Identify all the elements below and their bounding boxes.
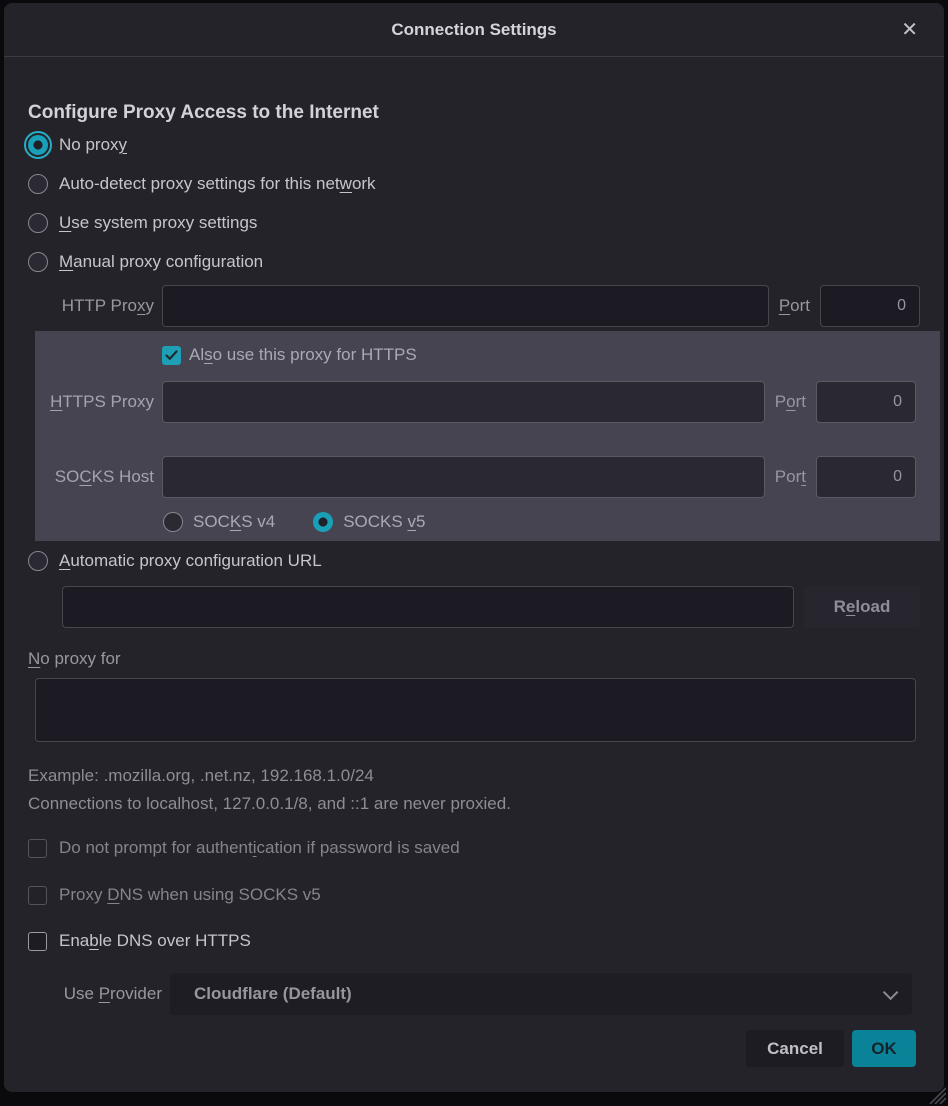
radio-system-proxy-label: Use system proxy settings <box>59 213 257 233</box>
checkbox-icon <box>28 886 47 905</box>
cancel-button[interactable]: Cancel <box>746 1030 844 1067</box>
http-port-input[interactable] <box>820 285 920 327</box>
dialog-titlebar: Connection Settings ✕ <box>4 3 944 57</box>
resize-grip[interactable] <box>924 1082 946 1104</box>
radio-manual-proxy[interactable]: Manual proxy configuration <box>28 242 920 281</box>
http-proxy-row: HTTP Proxy Port <box>28 285 920 327</box>
checkbox-icon[interactable] <box>28 932 47 951</box>
close-icon[interactable]: ✕ <box>895 16 924 44</box>
no-proxy-example-text: Example: .mozilla.org, .net.nz, 192.168.… <box>28 766 920 786</box>
page-title: Configure Proxy Access to the Internet <box>28 101 920 125</box>
radio-socks-v5[interactable] <box>313 512 333 532</box>
socks-host-row: SOCKS Host Port <box>35 456 916 498</box>
chevron-down-icon <box>883 984 899 1000</box>
radio-automatic-url[interactable]: Automatic proxy configuration URL <box>28 541 920 580</box>
http-port-label: Port <box>779 296 810 316</box>
https-proxy-label: HTTPS Proxy <box>35 392 162 412</box>
dialog-title: Connection Settings <box>391 20 556 40</box>
option-enable-doh-label: Enable DNS over HTTPS <box>59 931 251 951</box>
no-proxy-for-textarea[interactable] <box>35 678 916 742</box>
dialog-content: Configure Proxy Access to the Internet N… <box>4 101 944 1067</box>
check-icon <box>165 350 178 361</box>
socks-port-label: Port <box>775 467 806 487</box>
socks-port-input[interactable] <box>816 456 916 498</box>
socks-host-label: SOCKS Host <box>35 467 162 487</box>
https-proxy-row: HTTPS Proxy Port <box>35 381 916 423</box>
checkbox-checked-icon[interactable] <box>162 346 181 365</box>
use-provider-label: Use Provider <box>28 984 170 1004</box>
also-use-https-label: Also use this proxy for HTTPS <box>189 345 417 365</box>
checkbox-icon <box>28 839 47 858</box>
no-proxy-note-text: Connections to localhost, 127.0.0.1/8, a… <box>28 794 920 814</box>
https-proxy-input[interactable] <box>162 381 765 423</box>
also-use-https-row[interactable]: Also use this proxy for HTTPS <box>162 341 916 369</box>
radio-auto-detect-label: Auto-detect proxy settings for this netw… <box>59 174 376 194</box>
radio-manual-proxy-label: Manual proxy configuration <box>59 252 263 272</box>
radio-system-proxy[interactable]: Use system proxy settings <box>28 203 920 242</box>
radio-automatic-url-label: Automatic proxy configuration URL <box>59 551 322 571</box>
radio-icon[interactable] <box>28 174 48 194</box>
option-enable-doh[interactable]: Enable DNS over HTTPS <box>28 927 920 955</box>
option-no-prompt-auth: Do not prompt for authentication if pass… <box>28 834 920 862</box>
http-proxy-label: HTTP Proxy <box>28 296 162 316</box>
option-proxy-dns-socks5-label: Proxy DNS when using SOCKS v5 <box>59 885 321 905</box>
socks-v5-label: SOCKS v5 <box>343 512 425 532</box>
radio-auto-detect[interactable]: Auto-detect proxy settings for this netw… <box>28 164 920 203</box>
provider-dropdown-value: Cloudflare (Default) <box>194 984 883 1004</box>
provider-dropdown[interactable]: Cloudflare (Default) <box>170 973 912 1015</box>
ok-button[interactable]: OK <box>852 1030 916 1067</box>
automatic-url-input[interactable] <box>62 586 794 628</box>
radio-icon[interactable] <box>28 551 48 571</box>
socks-host-input[interactable] <box>162 456 765 498</box>
reload-button[interactable]: Reload <box>804 586 920 628</box>
radio-selected-icon[interactable] <box>28 135 48 155</box>
reload-button-label: Reload <box>834 597 891 616</box>
radio-icon[interactable] <box>28 252 48 272</box>
radio-socks-v4[interactable] <box>163 512 183 532</box>
option-no-prompt-auth-label: Do not prompt for authentication if pass… <box>59 838 460 858</box>
doh-provider-row: Use Provider Cloudflare (Default) <box>28 973 920 1015</box>
manual-proxy-highlight-band: Also use this proxy for HTTPS HTTPS Prox… <box>35 331 940 541</box>
no-proxy-for-label: No proxy for <box>28 648 920 670</box>
connection-settings-dialog: Connection Settings ✕ Configure Proxy Ac… <box>4 3 944 1092</box>
automatic-url-row: Reload <box>28 586 920 628</box>
dialog-footer: Cancel OK <box>28 1030 920 1067</box>
https-port-label: Port <box>775 392 806 412</box>
radio-no-proxy[interactable]: No proxy <box>28 125 920 164</box>
http-proxy-input[interactable] <box>162 285 769 327</box>
option-proxy-dns-socks5: Proxy DNS when using SOCKS v5 <box>28 881 920 909</box>
radio-no-proxy-label: No proxy <box>59 135 127 155</box>
radio-icon[interactable] <box>28 213 48 233</box>
https-port-input[interactable] <box>816 381 916 423</box>
socks-version-row: SOCKS v4 SOCKS v5 <box>163 510 916 534</box>
socks-v4-label: SOCKS v4 <box>193 512 275 532</box>
